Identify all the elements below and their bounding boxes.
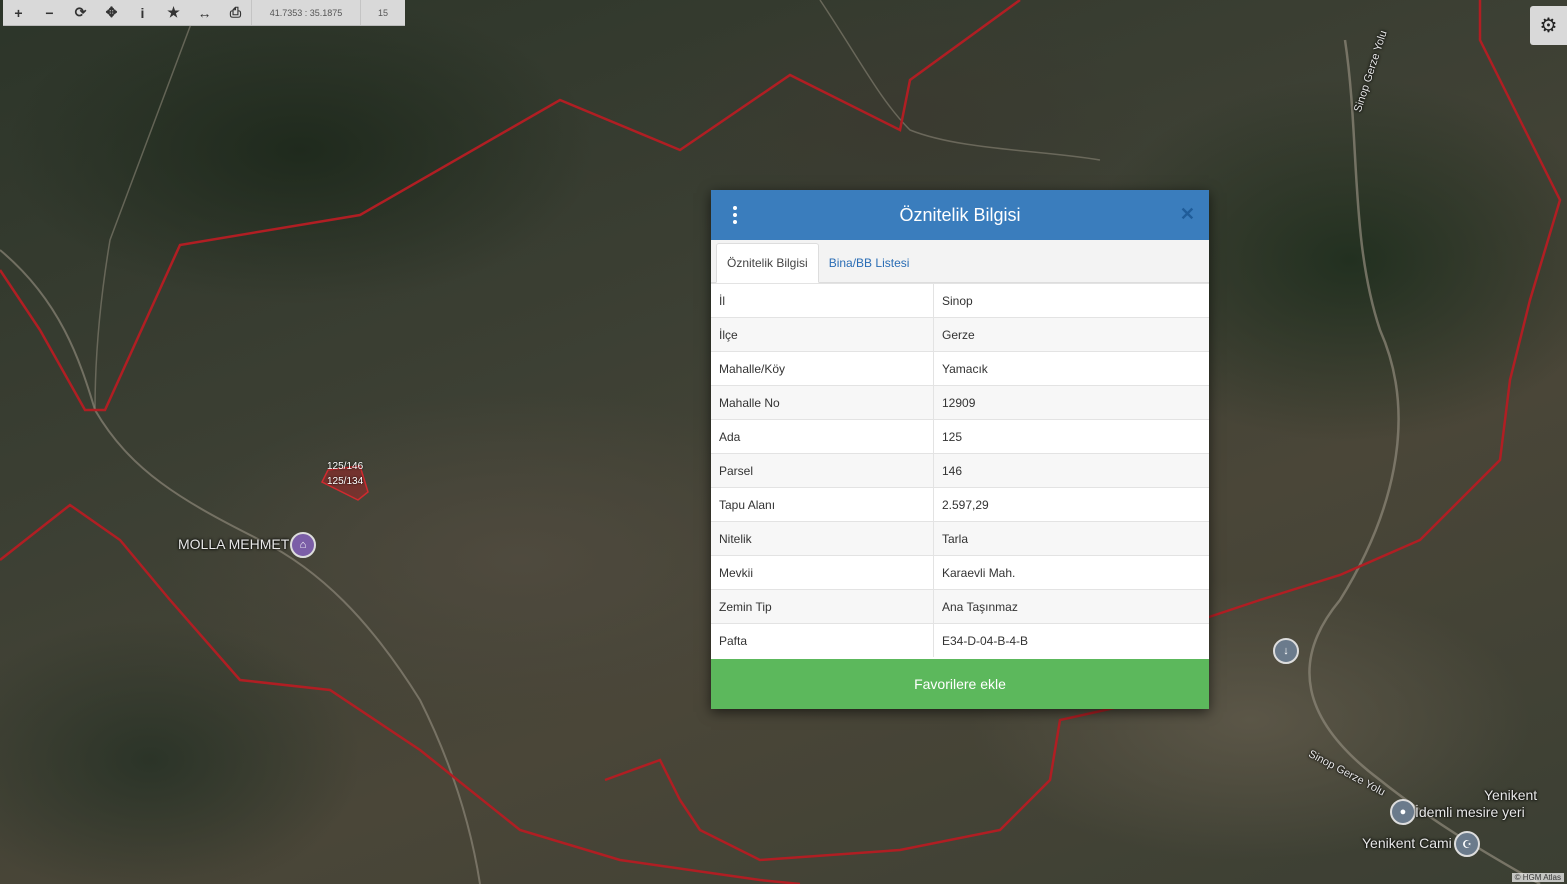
tab-building-list[interactable]: Bina/BB Listesi [819, 244, 920, 282]
tab-attribute-info[interactable]: Öznitelik Bilgisi [716, 243, 819, 283]
attribute-key: Pafta [711, 623, 934, 657]
table-row: Parsel 146 [711, 453, 1209, 488]
village-label: MOLLA MEHMET [178, 536, 290, 552]
dialog-tabs: Öznitelik Bilgisi Bina/BB Listesi [711, 240, 1209, 283]
attribute-value: Gerze [933, 317, 1209, 352]
print-icon[interactable]: ⎙ [220, 0, 251, 25]
town-label: Yenikent [1484, 787, 1538, 803]
gear-icon[interactable]: ⚙ [1530, 6, 1567, 45]
poi-label: İdemli mesire yeri [1415, 804, 1525, 820]
menu-dots-icon[interactable] [731, 206, 739, 224]
dialog-header: Öznitelik Bilgisi ✕ [711, 190, 1209, 240]
refresh-icon[interactable]: ⟳ [65, 0, 96, 25]
attribute-key: Mahalle/Köy [711, 351, 934, 386]
table-row: Nitelik Tarla [711, 521, 1209, 556]
attribute-value: 2.597,29 [933, 487, 1209, 522]
dialog-title: Öznitelik Bilgisi [899, 204, 1021, 225]
attribute-value: E34-D-04-B-4-B [933, 623, 1209, 657]
table-row: Mevkii Karaevli Mah. [711, 555, 1209, 590]
table-row: İl Sinop [711, 283, 1209, 318]
attribute-key: Zemin Tip [711, 589, 934, 624]
table-row: Zemin Tip Ana Taşınmaz [711, 589, 1209, 624]
attribute-key: İlçe [711, 317, 934, 352]
table-row: Ada 125 [711, 419, 1209, 454]
attribute-key: Mahalle No [711, 385, 934, 420]
poi-marker-icon[interactable]: ↓ [1273, 638, 1299, 664]
attribute-key: Tapu Alanı [711, 487, 934, 522]
attribute-table: İl Sinop İlçe Gerze Mahalle/Köy Yamacık Mah… [711, 283, 1209, 657]
measure-icon[interactable]: ↔ [189, 0, 220, 25]
attribute-value: Tarla [933, 521, 1209, 556]
table-row: Mahalle/Köy Yamacık [711, 351, 1209, 386]
attribute-key: İl [711, 283, 934, 318]
mosque-icon[interactable]: ☪ [1454, 831, 1480, 857]
table-row: Pafta E34-D-04-B-4-B [711, 623, 1209, 657]
map-toolbar: + − ⟳ ✥ i ★ ↔ ⎙ 41.7353 : 35.1875 15 [3, 0, 405, 26]
attribute-key: Parsel [711, 453, 934, 488]
zoom-out-button[interactable]: − [34, 0, 65, 25]
attribute-value: 125 [933, 419, 1209, 454]
add-to-favorites-button[interactable]: Favorilere ekle [711, 659, 1209, 709]
attribute-key: Ada [711, 419, 934, 454]
table-row: Mahalle No 12909 [711, 385, 1209, 420]
attribute-value: Yamacık [933, 351, 1209, 386]
info-icon[interactable]: i [127, 0, 158, 25]
zoom-in-button[interactable]: + [3, 0, 34, 25]
move-icon[interactable]: ✥ [96, 0, 127, 25]
table-row: İlçe Gerze [711, 317, 1209, 352]
attribute-value: 146 [933, 453, 1209, 488]
landmark-icon[interactable]: ⌂ [290, 532, 316, 558]
attribute-key: Mevkii [711, 555, 934, 590]
zoom-level-readout: 15 [360, 0, 405, 25]
poi-marker-icon[interactable]: ● [1390, 799, 1416, 825]
coordinate-readout: 41.7353 : 35.1875 [251, 0, 360, 25]
parcel-label: 125/146 [327, 461, 364, 472]
attribute-dialog: Öznitelik Bilgisi ✕ Öznitelik Bilgisi Bi… [711, 190, 1209, 709]
attribute-value: 12909 [933, 385, 1209, 420]
star-icon[interactable]: ★ [158, 0, 189, 25]
attribute-value: Karaevli Mah. [933, 555, 1209, 590]
attribute-value: Ana Taşınmaz [933, 589, 1209, 624]
parcel-label: 125/134 [327, 476, 364, 487]
attribute-key: Nitelik [711, 521, 934, 556]
attribute-value: Sinop [933, 283, 1209, 318]
map-attribution: © HGM Atlas [1511, 873, 1564, 882]
poi-label: Yenikent Cami [1362, 835, 1452, 851]
table-row: Tapu Alanı 2.597,29 [711, 487, 1209, 522]
close-icon[interactable]: ✕ [1180, 204, 1195, 225]
